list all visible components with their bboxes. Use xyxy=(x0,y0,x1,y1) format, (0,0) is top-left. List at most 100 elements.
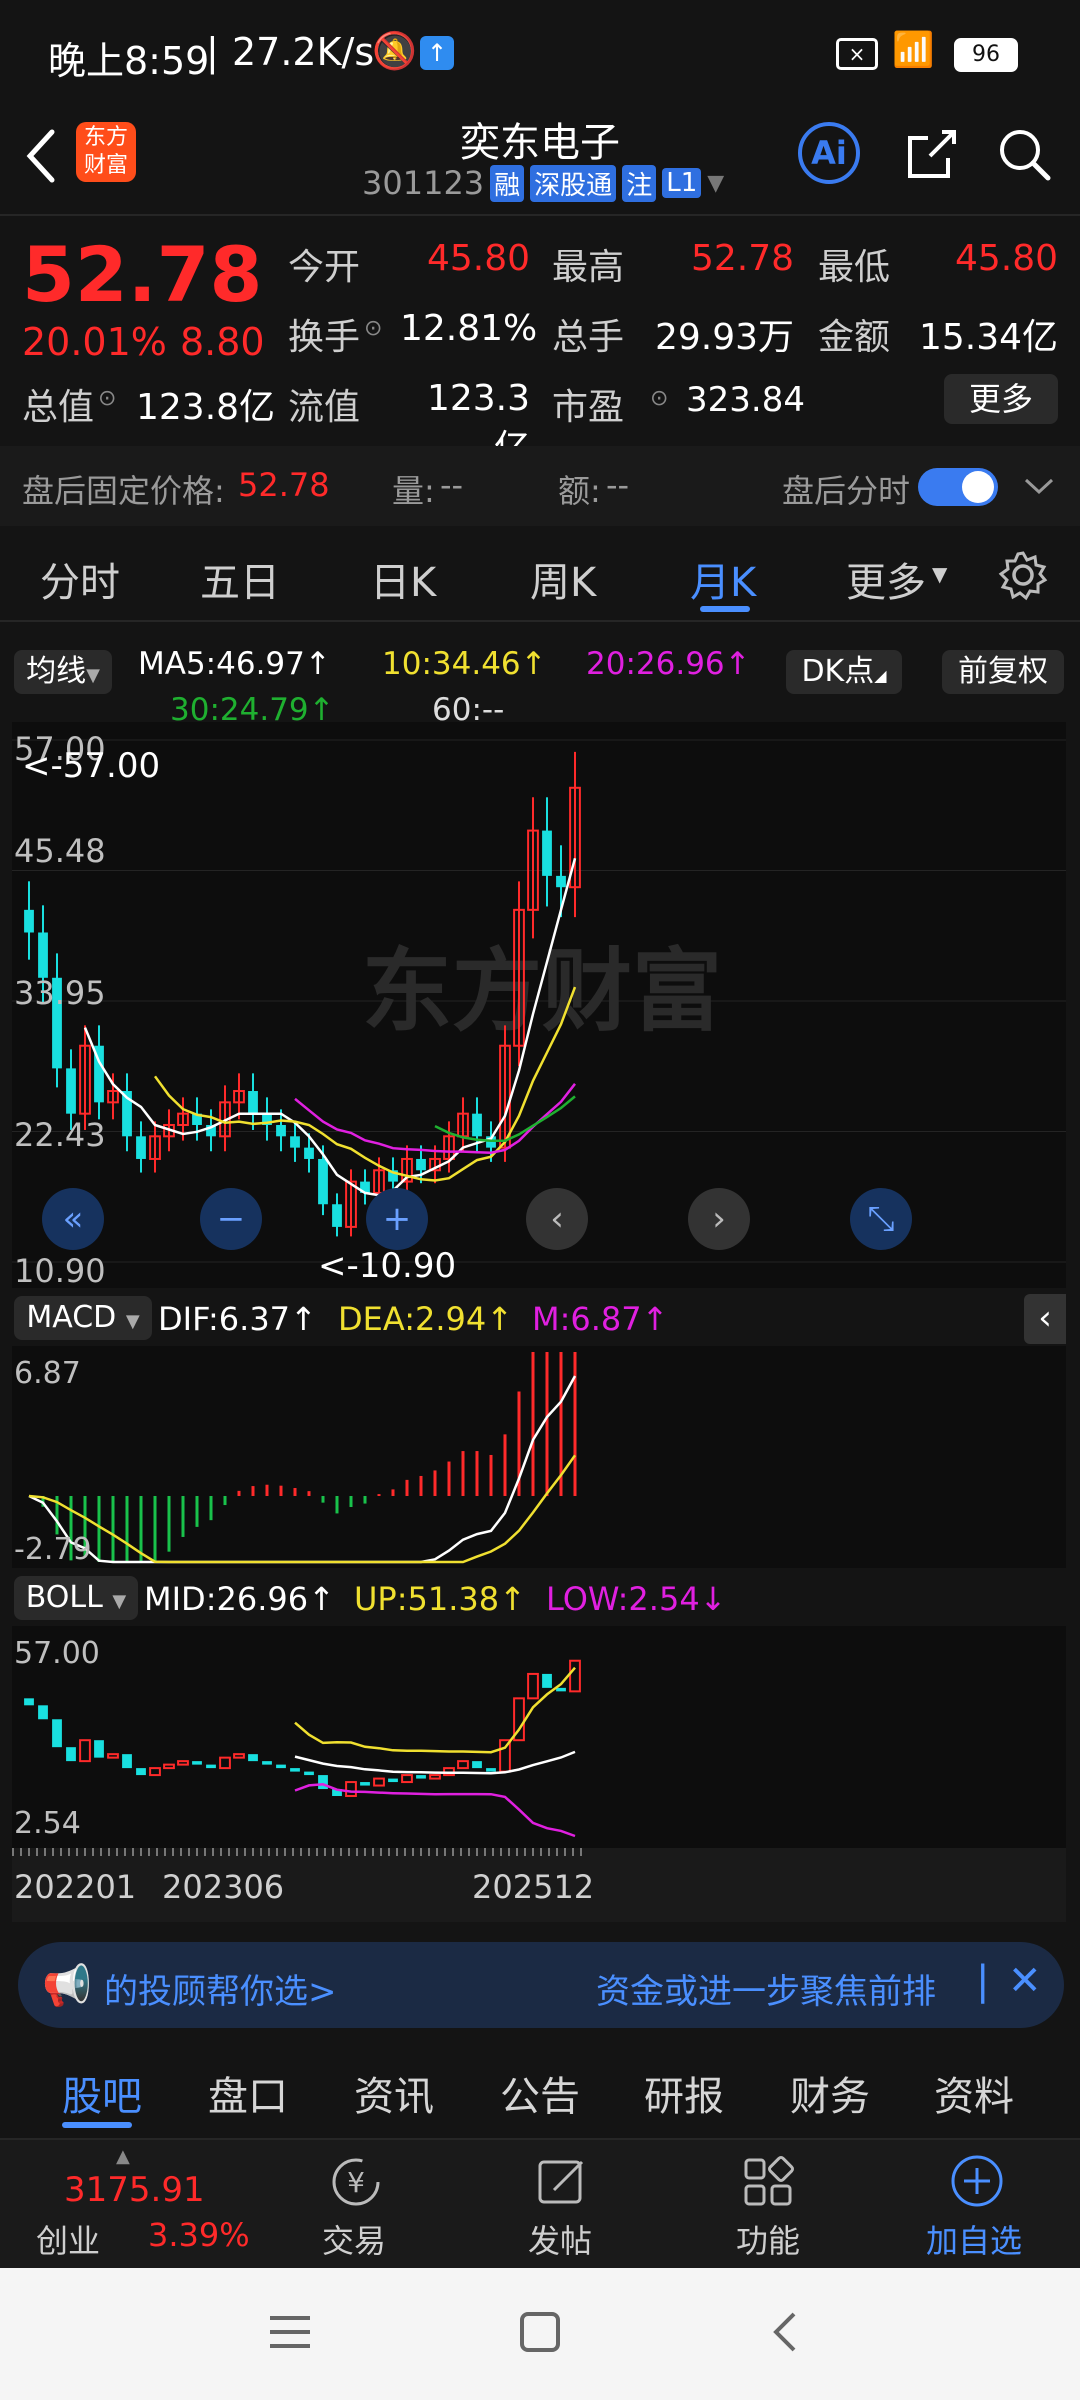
market-cap-value: 123.8亿 xyxy=(136,387,276,428)
ai-button[interactable]: Ai xyxy=(798,122,860,184)
post-icon[interactable] xyxy=(534,2154,590,2210)
market-cap-info-icon[interactable]: ⊙ xyxy=(98,386,116,411)
tab-guba[interactable]: 股吧 xyxy=(62,2064,142,2122)
kline-tick-3: 22.43 xyxy=(14,1116,106,1154)
next-button[interactable]: › xyxy=(688,1188,750,1250)
trade-icon[interactable]: ¥ xyxy=(328,2154,384,2210)
tab-daily-k[interactable]: 日K xyxy=(370,550,436,608)
candle-body xyxy=(290,1136,300,1148)
turnover-info-icon[interactable]: ⊙ xyxy=(364,316,382,341)
stock-name: 奕东电子 xyxy=(460,120,620,166)
after-hours-toggle[interactable] xyxy=(918,468,998,506)
add-watchlist-icon[interactable] xyxy=(948,2152,1006,2210)
zoom-out-button[interactable]: − xyxy=(200,1188,262,1250)
index-up-caret-icon: ▲ xyxy=(116,2146,130,2167)
macd-dif: DIF:6.37↑ xyxy=(158,1300,317,1338)
fullscreen-button[interactable]: ⤡ xyxy=(850,1188,912,1250)
adjust-button[interactable]: 前复权 xyxy=(942,650,1064,694)
macd-selector[interactable]: MACD ▼ xyxy=(14,1296,152,1340)
trade-label[interactable]: 交易 xyxy=(322,2216,386,2262)
index-value[interactable]: 3175.91 xyxy=(64,2170,205,2210)
open-label: 今开 xyxy=(288,247,361,288)
functions-label[interactable]: 功能 xyxy=(736,2216,800,2262)
boll-chart[interactable]: 57.00 2.54 xyxy=(12,1626,1066,1848)
tab-intraday[interactable]: 分时 xyxy=(40,550,120,608)
ma-selector[interactable]: 均线▼ xyxy=(14,650,112,694)
ma20-value: 20:26.96↑ xyxy=(586,646,751,682)
tab-monthly-k[interactable]: 月K xyxy=(690,550,756,608)
share-icon[interactable] xyxy=(902,124,962,184)
boll-candle xyxy=(206,1764,216,1769)
boll-svg xyxy=(24,1659,581,1838)
tab-weekly-k[interactable]: 周K xyxy=(530,550,596,608)
dk-point-corner-icon: ◢ xyxy=(874,666,887,685)
post-label[interactable]: 发帖 xyxy=(528,2216,592,2262)
rewind-button[interactable]: « xyxy=(42,1188,104,1250)
app-logo: 东方财富 xyxy=(76,122,136,182)
dk-point-label: DK点 xyxy=(801,654,875,689)
collapse-panel-button[interactable]: ‹ xyxy=(1024,1294,1066,1344)
close-icon[interactable]: ✕ xyxy=(1008,1958,1042,2004)
tab-orderbook[interactable]: 盘口 xyxy=(208,2064,288,2122)
chevron-down-icon[interactable] xyxy=(1022,474,1056,498)
change-amount: 8.80 xyxy=(180,320,265,364)
boll-candle xyxy=(233,1753,245,1759)
index-name: 创业 xyxy=(36,2222,101,2260)
ma-legend: 均线▼ MA5:46.97↑ 10:34.46↑ 20:26.96↑ 30:24… xyxy=(0,626,1080,728)
back-nav-icon[interactable] xyxy=(770,2310,800,2354)
candle-body xyxy=(24,909,34,933)
zoom-in-button[interactable]: + xyxy=(366,1188,428,1250)
tab-research[interactable]: 研报 xyxy=(644,2064,724,2122)
news-ticker[interactable]: 📢 的投顾帮你选> 资金或进一步聚焦前排 | ✕ xyxy=(18,1942,1064,2028)
badge-level1: L1 xyxy=(662,168,702,198)
ma20-line xyxy=(294,1083,576,1154)
system-nav-bar xyxy=(0,2268,1080,2400)
search-icon[interactable] xyxy=(994,124,1054,184)
home-icon[interactable] xyxy=(518,2310,562,2354)
settings-gear-icon[interactable] xyxy=(996,548,1050,602)
ma-selector-label: 均线 xyxy=(26,654,87,689)
pe-value: 323.84 xyxy=(686,380,805,420)
boll-candle xyxy=(486,1768,496,1772)
turnover-value: 12.81% xyxy=(400,308,538,349)
boll-candle xyxy=(79,1739,91,1763)
candle-body xyxy=(136,1136,146,1159)
back-icon[interactable] xyxy=(20,126,60,186)
index-change: 3.39% xyxy=(148,2216,250,2254)
boll-candle xyxy=(569,1659,581,1693)
prev-button[interactable]: ‹ xyxy=(526,1188,588,1250)
boll-candle xyxy=(457,1760,469,1770)
volume-label: 总手 xyxy=(552,317,625,358)
after-hours-volume: -- xyxy=(440,466,464,504)
boll-candle xyxy=(177,1760,189,1766)
kline-chart[interactable]: 东方财富 57.00 45.48 33.95 22.43 10.90 <-57.… xyxy=(12,722,1066,1290)
add-watchlist-label[interactable]: 加自选 xyxy=(926,2216,1022,2262)
boll-candle xyxy=(192,1761,202,1765)
candle-body xyxy=(66,1068,76,1114)
mute-bell-icon: 🔕 xyxy=(372,31,417,72)
kline-min-label: <-10.90 xyxy=(318,1246,457,1286)
functions-grid-icon[interactable] xyxy=(740,2154,796,2210)
tab-more[interactable]: 更多 xyxy=(846,550,926,608)
tab-news[interactable]: 资讯 xyxy=(354,2064,434,2122)
boll-candle xyxy=(416,1775,426,1779)
macd-legend: MACD ▼ DIF:6.37↑ DEA:2.94↑ M:6.87↑ ‹ xyxy=(12,1290,1066,1346)
boll-candle xyxy=(345,1781,357,1798)
kline-tick-1: 45.48 xyxy=(14,832,106,870)
tab-profile[interactable]: 资料 xyxy=(934,2064,1014,2122)
more-button[interactable]: 更多 xyxy=(944,374,1058,424)
pe-info-icon[interactable]: ⊙ xyxy=(650,386,668,411)
dropdown-icon[interactable]: ▼ xyxy=(707,171,724,196)
market-cap-label: 总值 xyxy=(22,387,95,428)
macd-chart[interactable]: 6.87 -2.79 xyxy=(12,1346,1066,1568)
boll-candle xyxy=(219,1756,231,1770)
boll-selector[interactable]: BOLL ▼ xyxy=(14,1576,138,1620)
ticker-left-text[interactable]: 的投顾帮你选> xyxy=(104,1964,337,2013)
tab-five-day[interactable]: 五日 xyxy=(200,550,280,608)
status-bar: 晚上8:59 | 27.2K/s 🔕 ↑ × 📶 96 xyxy=(0,0,1080,100)
tab-financials[interactable]: 财务 xyxy=(790,2064,870,2122)
dk-point-button[interactable]: DK点◢ xyxy=(786,650,902,694)
menu-icon[interactable] xyxy=(268,2312,312,2352)
ticker-right-text[interactable]: 资金或进一步聚焦前排 xyxy=(596,1964,936,2013)
tab-announcements[interactable]: 公告 xyxy=(500,2064,580,2122)
